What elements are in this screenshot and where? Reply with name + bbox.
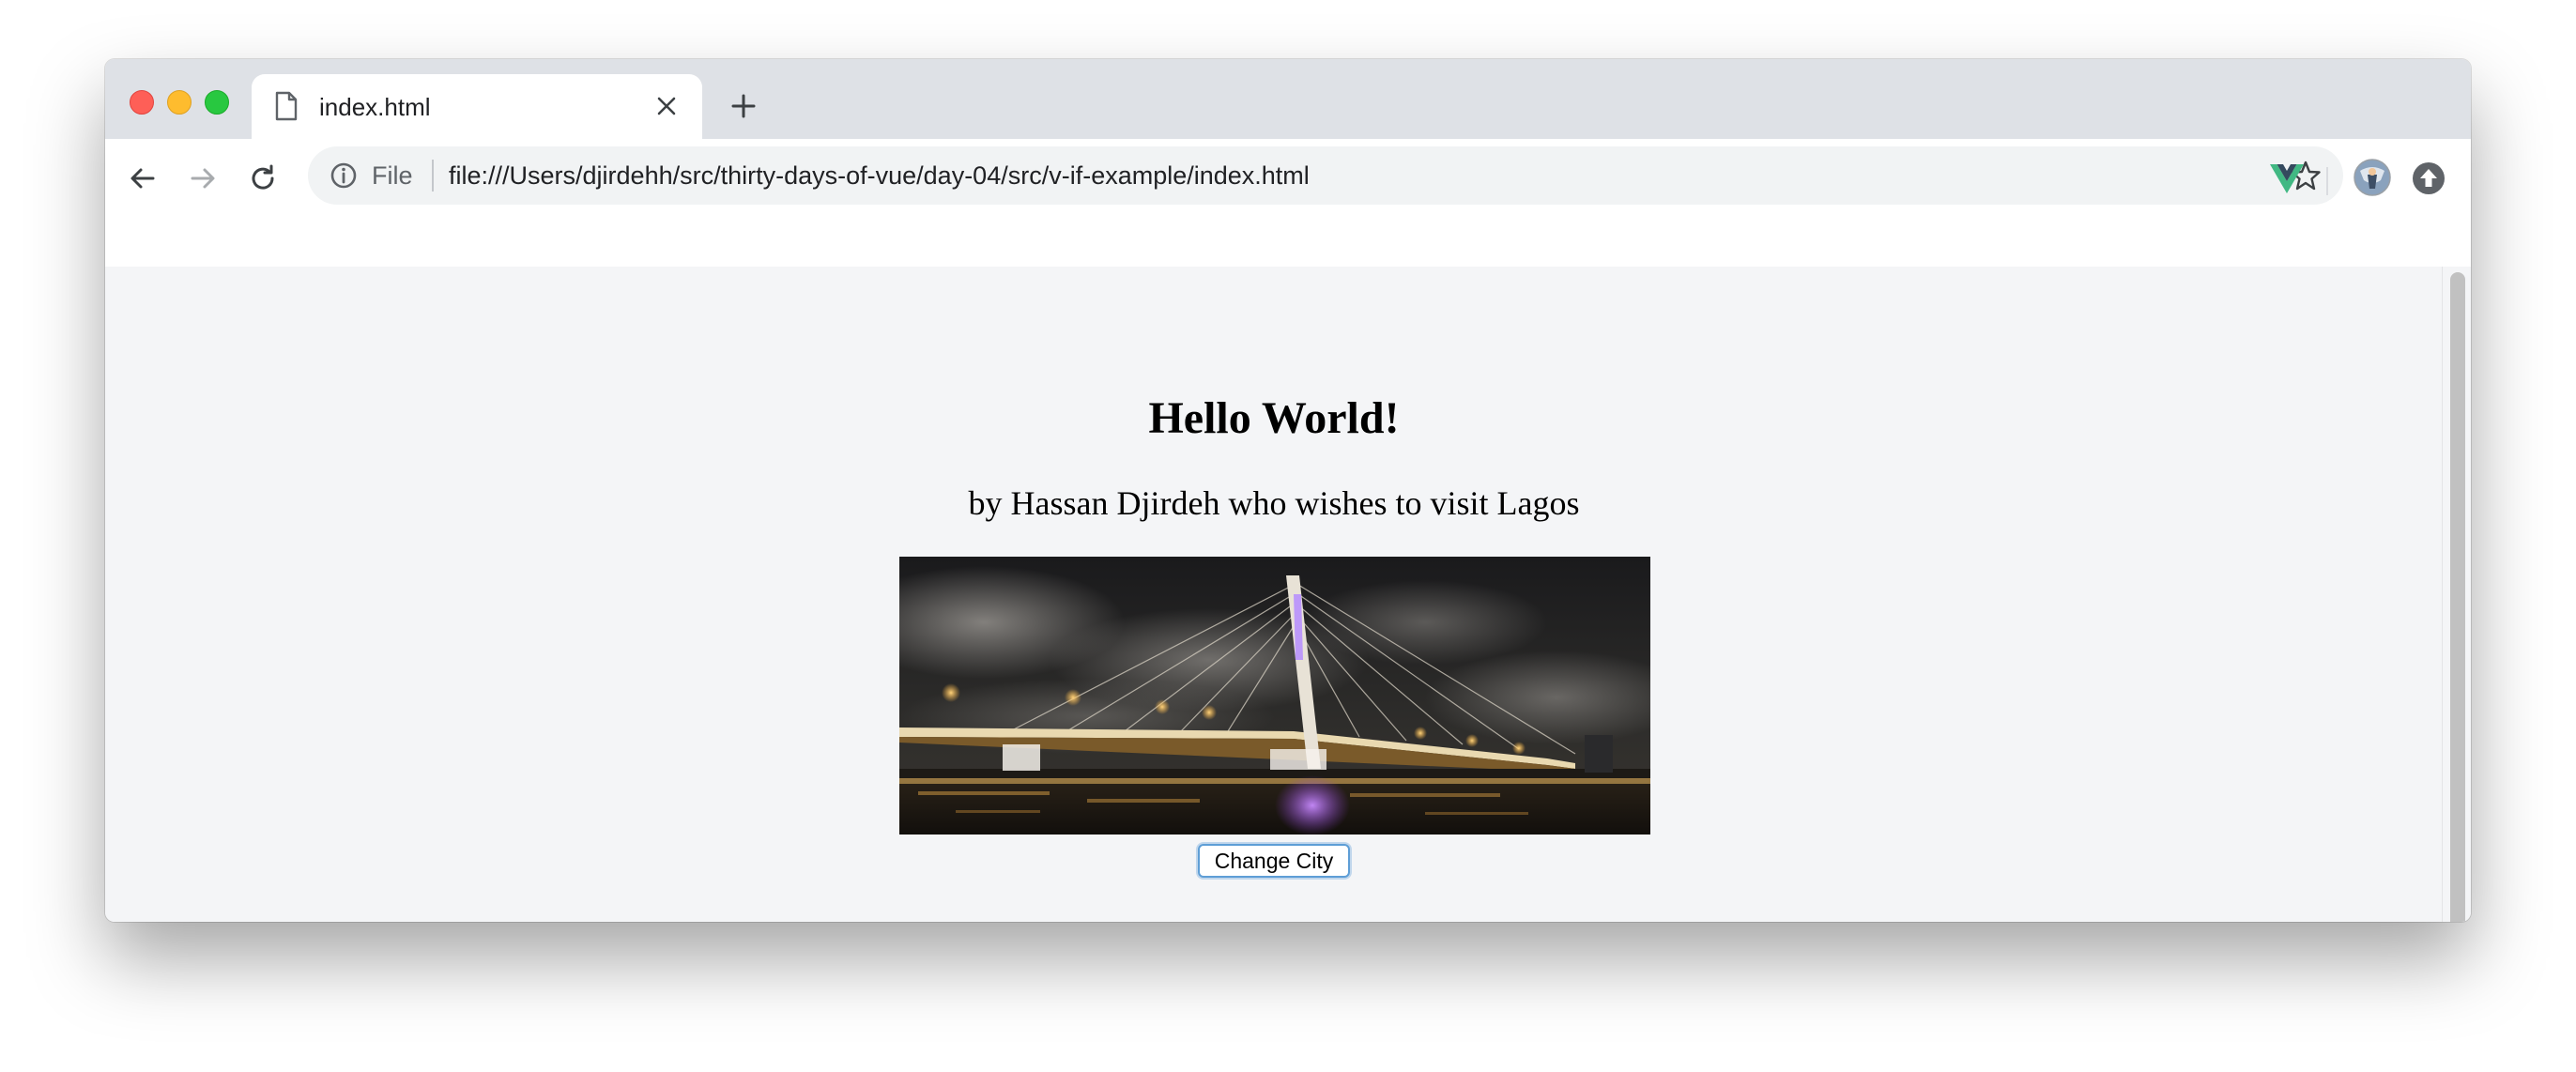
scheme-label: File: [372, 161, 413, 190]
vue-logo-icon[interactable]: [2268, 160, 2306, 197]
arrow-left-icon: [130, 168, 155, 189]
vertical-scrollbar[interactable]: [2442, 267, 2471, 922]
new-tab-button[interactable]: [725, 87, 762, 125]
byline: by Hassan Djirdeh who wishes to visit La…: [968, 484, 1580, 522]
page-title: Hello World!: [1148, 393, 1400, 443]
minimize-window-button[interactable]: [167, 90, 192, 115]
info-icon[interactable]: [329, 161, 359, 191]
forward-button[interactable]: [180, 156, 225, 201]
browser-window: index.html File file:///Users/djirdehh/s…: [105, 59, 2471, 922]
back-button[interactable]: [120, 156, 165, 201]
maximize-window-button[interactable]: [205, 90, 229, 115]
toolbar-divider: [2326, 167, 2328, 195]
url-text[interactable]: file:///Users/djirdehh/src/thirty-days-o…: [449, 161, 1310, 191]
tab-close-button[interactable]: [648, 87, 685, 125]
arrow-up-circle-icon[interactable]: [2411, 161, 2446, 196]
close-icon: [657, 97, 676, 115]
change-city-button[interactable]: Change City: [1198, 844, 1350, 878]
tab-strip: index.html: [105, 59, 2471, 139]
close-window-button[interactable]: [130, 90, 154, 115]
omnibox-separator: [432, 160, 434, 191]
document-icon: [275, 91, 298, 121]
reload-icon: [252, 164, 274, 190]
city-image: [899, 557, 1650, 835]
scrollbar-thumb[interactable]: [2450, 272, 2465, 922]
address-bar[interactable]: File file:///Users/djirdehh/src/thirty-d…: [308, 146, 2343, 205]
avatar[interactable]: [2353, 158, 2392, 197]
plus-icon: [731, 94, 756, 118]
reload-button[interactable]: [240, 156, 285, 201]
arrow-right-icon: [191, 168, 215, 189]
tab-active[interactable]: index.html: [252, 74, 702, 139]
page-content: Hello World! by Hassan Djirdeh who wishe…: [105, 267, 2443, 922]
tab-title: index.html: [319, 93, 431, 121]
browser-toolbar: File file:///Users/djirdehh/src/thirty-d…: [105, 139, 2471, 268]
